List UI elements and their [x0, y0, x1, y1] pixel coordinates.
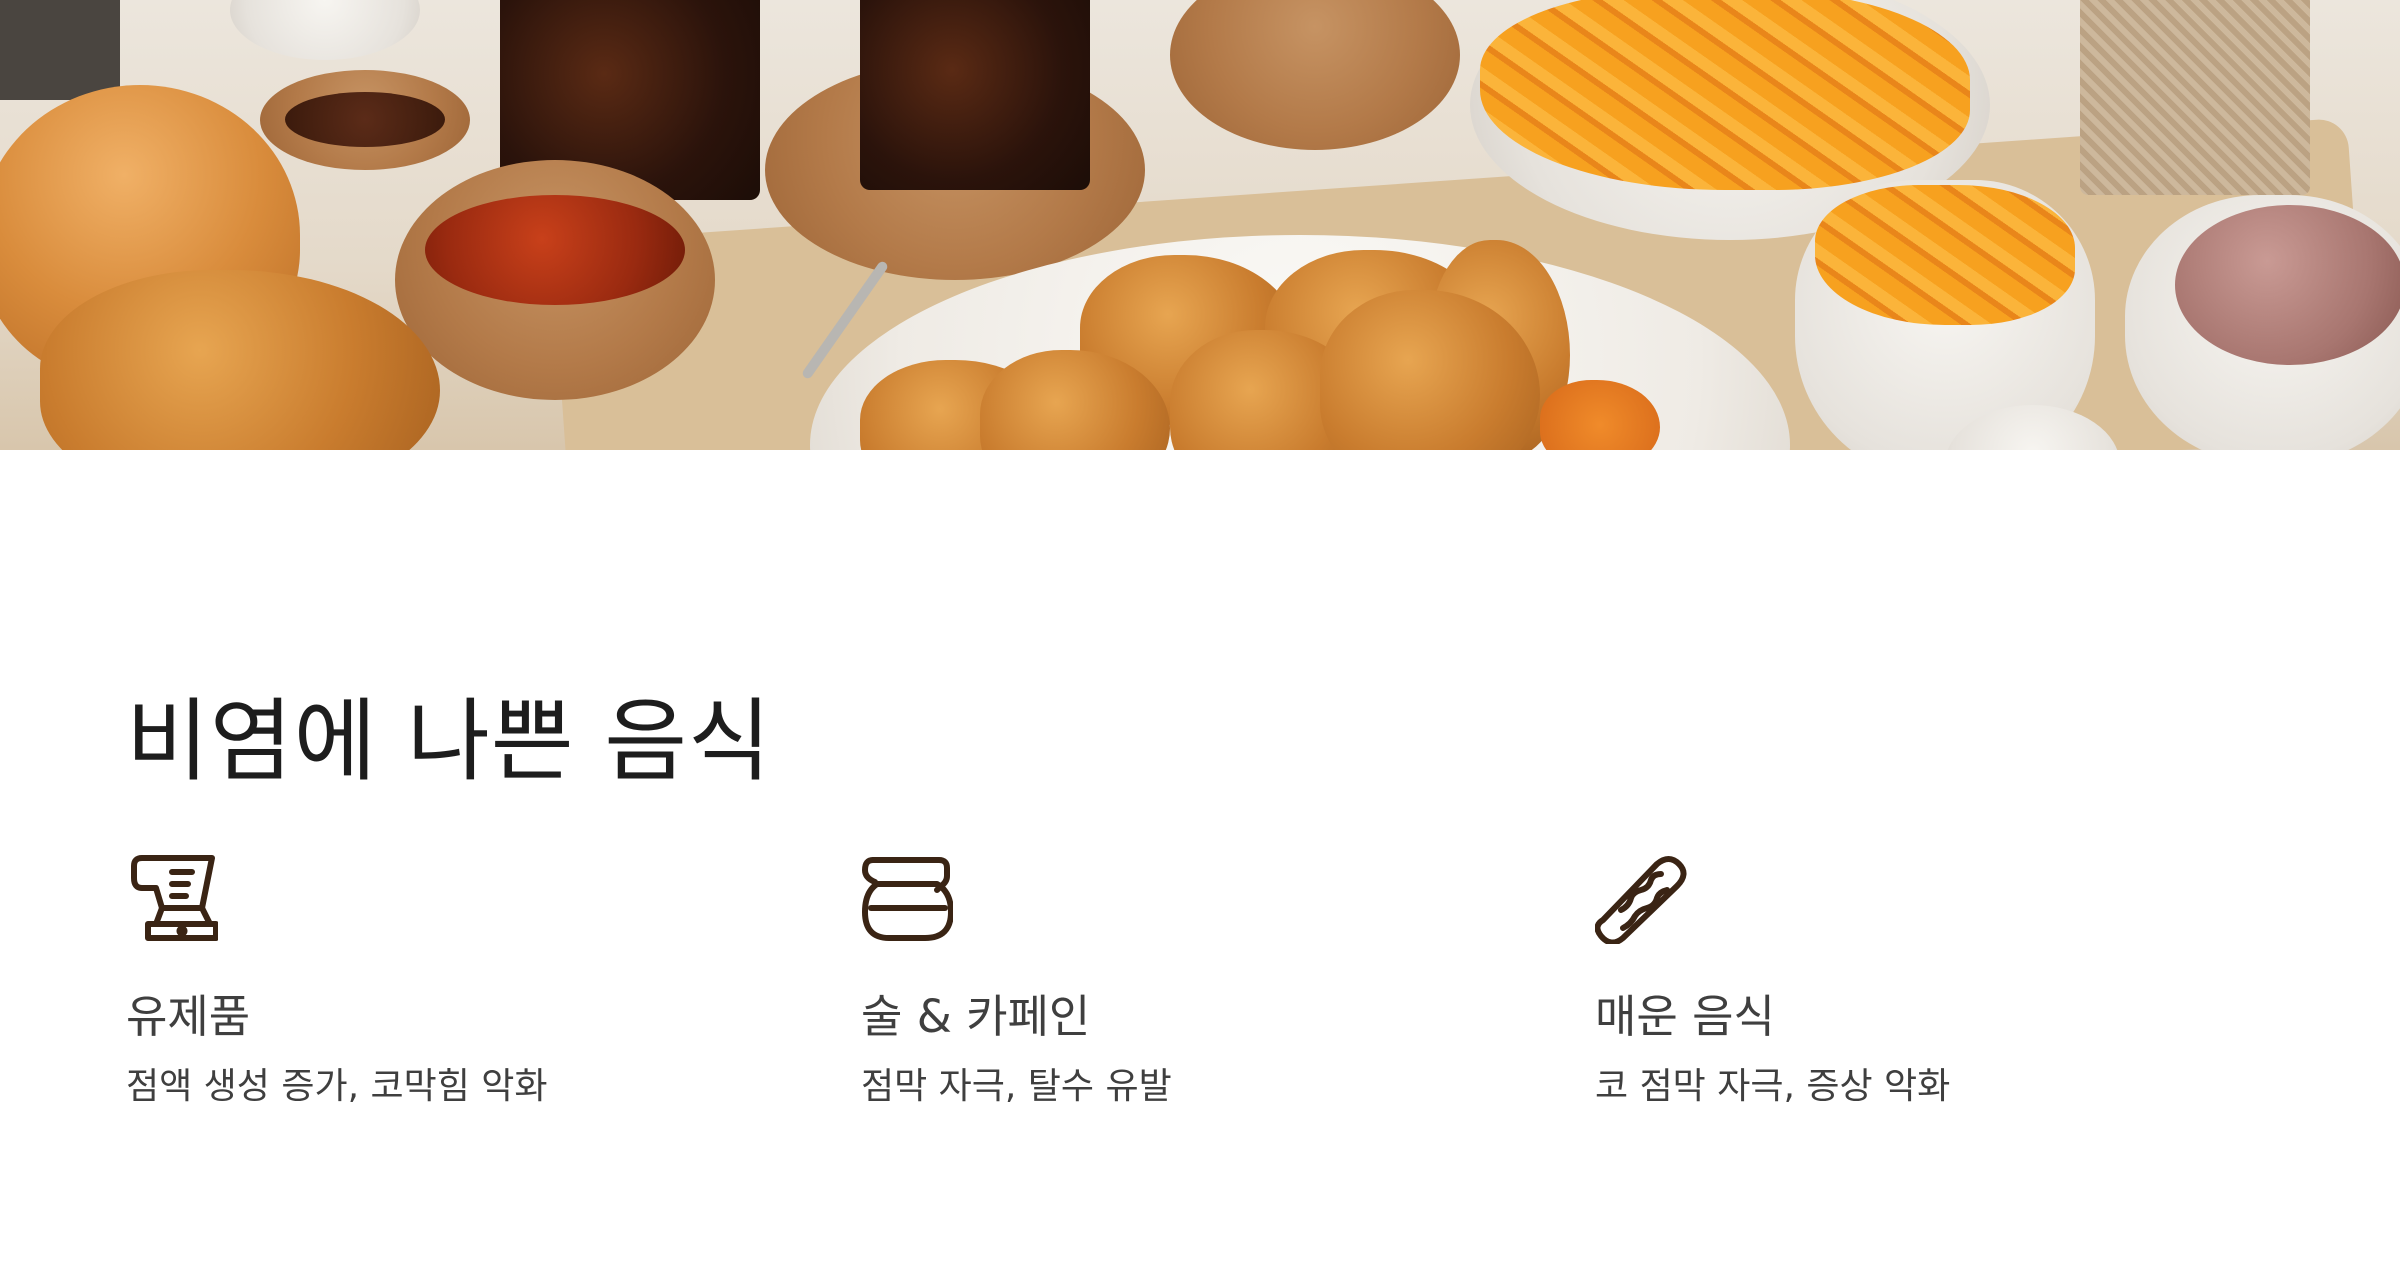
cola-glass-2 — [860, 0, 1090, 190]
coffee-pot-icon — [862, 857, 953, 941]
small-bowl — [230, 0, 420, 60]
page-title: 비염에 나쁜 음식 — [126, 689, 772, 794]
feature-description: 점막 자극, 탈수 유발 — [861, 1066, 1172, 1107]
paper-cup — [2080, 0, 2310, 195]
chicken-patty — [40, 270, 440, 450]
hero-food-image — [0, 0, 2400, 450]
feature-dairy: 유제품 점액 생성 증가, 코막힘 악화 — [126, 852, 826, 1107]
feature-spicy-food: 매운 음식 코 점막 자극, 증상 악화 — [1595, 852, 2295, 1107]
feature-description: 점액 생성 증가, 코막힘 악화 — [126, 1066, 548, 1107]
cheese-fries — [1815, 185, 2075, 325]
feature-title: 유제품 — [126, 990, 251, 1043]
ketchup — [425, 195, 685, 305]
feature-description: 코 점막 자극, 증상 악화 — [1595, 1066, 1951, 1107]
chili-pepper-icon — [1595, 856, 1687, 944]
food-list: 유제품 점액 생성 증가, 코막힘 악화 술 & 카페인 점막 자극, 탈수 유… — [0, 852, 2400, 1112]
chocolate-ice-cream — [2175, 205, 2400, 365]
feature-title: 매운 음식 — [1595, 990, 1775, 1043]
feature-title: 술 & 카페인 — [861, 990, 1091, 1043]
french-fries — [1480, 0, 1970, 190]
blender-icon — [131, 855, 218, 941]
feature-alcohol-caffeine: 술 & 카페인 점막 자극, 탈수 유발 — [861, 852, 1561, 1107]
green-bowl — [1170, 0, 1460, 150]
